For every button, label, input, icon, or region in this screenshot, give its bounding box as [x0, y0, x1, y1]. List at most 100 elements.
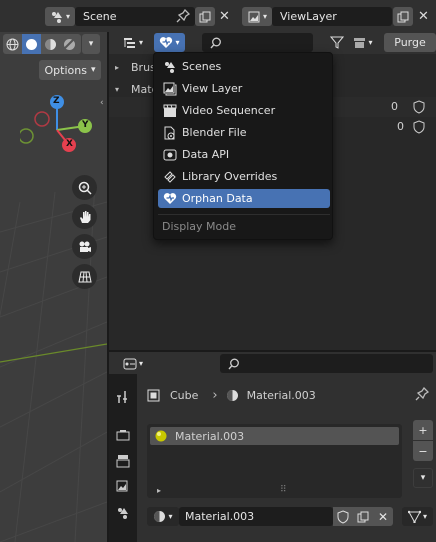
menu-item-video-sequencer[interactable]: Video Sequencer	[158, 101, 330, 120]
options-dropdown[interactable]: Options ▾	[39, 60, 101, 80]
menu-item-label: Blender File	[182, 126, 247, 139]
solid-shading-icon[interactable]	[22, 34, 41, 54]
menu-item-scenes[interactable]: Scenes	[158, 57, 330, 76]
browse-material-button[interactable]: ▾	[147, 507, 179, 526]
options-label: Options	[44, 63, 87, 77]
perspective-toggle-button[interactable]	[72, 264, 97, 289]
chevron-down-icon: ▾	[420, 473, 426, 483]
new-scene-button[interactable]	[195, 7, 215, 26]
camera-view-button[interactable]	[72, 234, 97, 259]
viewlayer-name-field[interactable]: ViewLayer	[272, 7, 392, 26]
expand-arrow-icon[interactable]: ▸	[157, 486, 161, 495]
menu-item-orphan-data[interactable]: Orphan Data	[158, 189, 330, 208]
render-layer-icon	[247, 10, 261, 24]
unlink-material-button[interactable]: ✕	[373, 507, 393, 526]
hand-icon	[78, 210, 92, 224]
mesh-object-icon	[147, 389, 160, 402]
purge-button[interactable]: Purge	[384, 33, 436, 52]
scene-type-button[interactable]: ▾	[45, 7, 75, 26]
new-viewlayer-button[interactable]	[393, 7, 413, 26]
wireframe-icon[interactable]	[3, 38, 22, 51]
chevron-down-icon: ▾	[90, 65, 96, 75]
render-tab-icon[interactable]	[116, 428, 130, 442]
user-count: 0	[391, 100, 398, 113]
output-tab-icon[interactable]	[116, 454, 130, 468]
remove-slot-button[interactable]: −	[413, 441, 433, 461]
chevron-down-icon: ▾	[175, 38, 180, 47]
chevron-down-icon: ▾	[65, 12, 70, 21]
menu-item-label: Scenes	[182, 60, 222, 73]
material-name-field[interactable]: Material.003	[179, 507, 333, 526]
view-layer-icon	[158, 82, 182, 96]
grid-icon	[77, 270, 92, 284]
close-icon: ✕	[377, 509, 389, 524]
menu-separator	[158, 214, 330, 215]
editor-type-button[interactable]: ▾	[117, 33, 149, 52]
pin-icon[interactable]	[176, 9, 190, 23]
fake-user-button[interactable]	[333, 507, 353, 526]
axis-y-label: Y	[82, 120, 89, 130]
data-api-icon	[158, 148, 182, 162]
menu-item-view-layer[interactable]: View Layer	[158, 79, 330, 98]
chevron-down-icon: ▾	[168, 512, 173, 521]
editor-type-button[interactable]: ▾	[117, 354, 149, 373]
material-icon	[153, 510, 166, 523]
new-material-button[interactable]	[353, 507, 373, 526]
plus-icon: +	[418, 423, 428, 437]
filter-icon[interactable]	[330, 35, 344, 49]
link-type-button[interactable]: ▾	[402, 507, 433, 526]
rendered-shading-icon[interactable]	[60, 38, 79, 51]
breadcrumb-separator-icon: ›	[212, 387, 218, 403]
expand-arrow-icon[interactable]: ▸	[115, 63, 125, 72]
outliner-icon	[123, 37, 137, 49]
menu-item-data-api[interactable]: Data API	[158, 145, 330, 164]
close-icon[interactable]: ✕	[418, 9, 429, 24]
zoom-button[interactable]	[72, 175, 97, 200]
properties-tab-column	[109, 374, 137, 542]
add-slot-button[interactable]: +	[413, 420, 433, 440]
purge-label: Purge	[394, 36, 426, 49]
zoom-icon	[78, 181, 92, 195]
material-preview-icon[interactable]	[41, 38, 60, 51]
properties-search-input[interactable]	[220, 354, 433, 373]
orphan-data-icon	[158, 192, 182, 205]
duplicate-icon	[199, 11, 211, 23]
display-mode-button[interactable]: ▾	[154, 33, 185, 52]
search-icon	[228, 358, 240, 370]
resize-grip-icon[interactable]: ⠿	[280, 485, 287, 495]
viewlayer-type-button[interactable]: ▾	[242, 7, 272, 26]
scene-icon	[50, 10, 64, 24]
pin-icon[interactable]	[415, 387, 429, 401]
orphan-data-icon	[159, 36, 173, 49]
scene-tab-icon[interactable]	[116, 506, 130, 520]
fake-user-shield-icon[interactable]	[413, 100, 425, 114]
scene-name-label: Scene	[83, 10, 117, 23]
outliner-header: ▾ ▾ ▾ Purge	[109, 32, 436, 54]
menu-item-label: Library Overrides	[182, 170, 278, 183]
menu-item-label: Orphan Data	[182, 192, 253, 205]
tool-tab-icon[interactable]	[116, 390, 130, 404]
menu-item-library-overrides[interactable]: Library Overrides	[158, 167, 330, 186]
close-icon[interactable]: ✕	[219, 9, 230, 24]
navigation-gizmo[interactable]	[20, 90, 107, 182]
material-icon	[226, 389, 239, 402]
user-count: 0	[397, 120, 404, 133]
search-icon	[210, 37, 222, 49]
fake-user-shield-icon[interactable]	[413, 120, 425, 134]
duplicate-icon	[357, 511, 369, 523]
slot-specials-button[interactable]: ▾	[413, 468, 433, 488]
blender-file-icon	[158, 126, 182, 140]
shading-mode-group	[3, 34, 81, 54]
view-layer-tab-icon[interactable]	[116, 480, 130, 494]
material-slot-row[interactable]: Material.003	[150, 427, 399, 445]
expand-arrow-icon[interactable]: ▾	[115, 85, 125, 94]
mesh-data-icon	[407, 510, 421, 523]
menu-item-blender-file[interactable]: Blender File	[158, 123, 330, 142]
3d-viewport[interactable]: ▾ Options ▾ ‹ Z Y X	[0, 32, 107, 542]
orphan-type-filter-button[interactable]: ▾	[349, 33, 377, 52]
datablock-filter-icon	[353, 37, 366, 49]
outliner-search-input[interactable]	[202, 33, 313, 52]
pan-button[interactable]	[72, 204, 97, 229]
shading-options-button[interactable]: ▾	[82, 34, 100, 54]
breadcrumb-object: Cube	[170, 388, 199, 402]
